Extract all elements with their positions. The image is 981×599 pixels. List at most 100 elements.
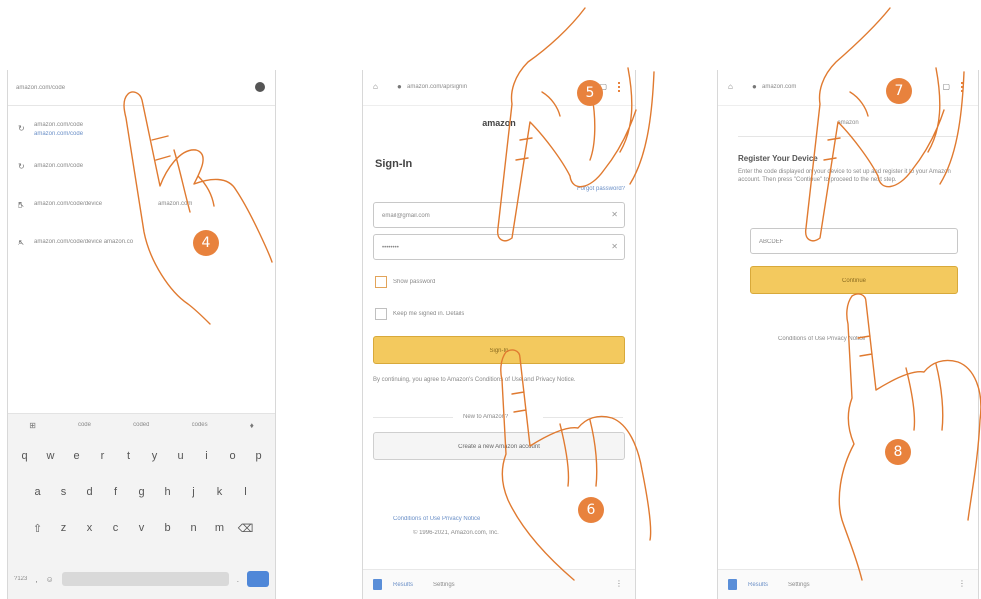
email-field[interactable]: email@gmail.com ✕ [373, 202, 625, 228]
suggestion-item[interactable]: ↻ amazon.com/code [8, 154, 275, 180]
clear-icon[interactable]: ✕ [611, 242, 618, 251]
mic-icon[interactable] [255, 82, 265, 92]
shift-icon[interactable]: ⇧ [30, 522, 46, 535]
key-k[interactable]: k [212, 486, 228, 498]
home-icon[interactable]: ⌂ [373, 82, 378, 91]
address-bar-text[interactable]: amazon.com/code [16, 85, 65, 91]
enter-key[interactable] [247, 571, 269, 587]
key-d[interactable]: d [82, 486, 98, 498]
keyboard-row-3: ⇧ z x c v b n m ⌫ [8, 522, 275, 535]
lock-icon: ● [397, 82, 402, 91]
key-u[interactable]: u [173, 450, 189, 462]
phone-screen-browser-search: amazon.com/code ↻ amazon.com/code amazon… [7, 70, 276, 599]
page-header: amazon [837, 120, 859, 126]
grid-icon[interactable]: ⊞ [29, 421, 36, 430]
address-bar-text[interactable]: amazon.com [762, 84, 862, 90]
page-title: Register Your Device [738, 154, 818, 163]
step-badge-4: 4 [193, 230, 219, 256]
copyright-text: © 1996-2021, Amazon.com, Inc. [413, 530, 499, 536]
lock-icon: ● [752, 82, 757, 91]
key-r[interactable]: r [95, 450, 111, 462]
key-s[interactable]: s [56, 486, 72, 498]
period-key[interactable]: . [237, 575, 239, 584]
key-e[interactable]: e [69, 450, 85, 462]
key-a[interactable]: a [30, 486, 46, 498]
home-icon[interactable]: ⌂ [728, 82, 733, 91]
code-input[interactable]: ABCDEF [750, 228, 958, 254]
footer-links[interactable]: Conditions of Use Privacy Notice [393, 516, 480, 522]
footer-links[interactable]: Conditions of Use Privacy Notice [778, 336, 865, 342]
show-password-checkbox[interactable] [375, 276, 387, 288]
translate-icon[interactable] [728, 579, 737, 590]
key-y[interactable]: y [147, 450, 163, 462]
menu-icon[interactable] [961, 82, 968, 92]
phone-screen-register-device: ⌂ ● amazon.com ▢ amazon Register Your De… [717, 70, 979, 599]
translate-icon[interactable] [373, 579, 382, 590]
instructions-text: Enter the code displayed on your device … [738, 169, 951, 183]
page-title: Sign-In [375, 158, 413, 170]
keyboard-row-1: qwertyuiop [8, 450, 275, 462]
step-badge-6: 6 [578, 497, 604, 523]
key-b[interactable]: b [160, 522, 176, 535]
keep-signed-in-checkbox[interactable] [375, 308, 387, 320]
key-h[interactable]: h [160, 486, 176, 498]
mic-icon[interactable]: ♦ [250, 421, 254, 430]
key-l[interactable]: l [238, 486, 254, 498]
history-icon: ↻ [18, 162, 25, 171]
key-j[interactable]: j [186, 486, 202, 498]
fill-arrow-icon[interactable]: ↖ [18, 238, 261, 247]
keyboard-suggestions: ⊞ code coded codes ♦ [29, 420, 254, 430]
key-w[interactable]: w [43, 450, 59, 462]
space-key[interactable] [61, 572, 229, 586]
key-n[interactable]: n [186, 522, 202, 535]
key-o[interactable]: o [225, 450, 241, 462]
more-icon[interactable]: ⋮ [958, 579, 966, 588]
tabs-icon[interactable]: ▢ [942, 82, 950, 91]
key-f[interactable]: f [108, 486, 124, 498]
key-p[interactable]: p [251, 450, 267, 462]
sign-in-button[interactable]: Sign-In [373, 336, 625, 364]
create-account-button[interactable]: Create a new Amazon account [373, 432, 625, 460]
keyboard-row-2: asdfghjkl [8, 486, 275, 498]
symbols-key[interactable]: ?123 [14, 576, 27, 582]
suggestion-item[interactable]: ⌕ amazon.com/code/device amazon.co ↖ [8, 230, 275, 256]
more-icon[interactable]: ⋮ [615, 579, 623, 588]
forgot-password-link[interactable]: Forgot password? [577, 186, 625, 192]
key-v[interactable]: v [134, 522, 150, 535]
backspace-icon[interactable]: ⌫ [238, 522, 254, 535]
emoji-icon[interactable]: ☺ [46, 575, 54, 584]
clear-icon[interactable]: ✕ [611, 210, 618, 219]
address-bar-text[interactable]: amazon.com/ap/signin [407, 84, 547, 90]
keep-signed-in-label: Keep me signed in. Details [393, 311, 465, 317]
key-z[interactable]: z [56, 522, 72, 535]
new-to-amazon-label: New to Amazon? [463, 414, 509, 420]
browser-toolbar: ⌂ ● amazon.com ▢ [718, 70, 978, 106]
suggestion-item[interactable]: ↻ amazon.com/code amazon.com/code [8, 116, 275, 142]
suggestion-item[interactable]: ▯ amazon.com/code/device amazon.com ↖ [8, 192, 275, 218]
key-m[interactable]: m [212, 522, 228, 535]
step-badge-5: 5 [577, 80, 603, 106]
key-c[interactable]: c [108, 522, 124, 535]
keyboard-bottom-row: ?123 , ☺ . [14, 569, 269, 589]
on-screen-keyboard: ⊞ code coded codes ♦ qwertyuiop asdfghjk… [8, 413, 275, 599]
amazon-logo: amazon [482, 118, 516, 128]
continue-button[interactable]: Continue [750, 266, 958, 294]
fill-arrow-icon[interactable]: ↖ [18, 200, 261, 209]
address-bar[interactable]: amazon.com/code [8, 70, 275, 106]
key-t[interactable]: t [121, 450, 137, 462]
key-i[interactable]: i [199, 450, 215, 462]
key-q[interactable]: q [17, 450, 33, 462]
legal-text: By continuing, you agree to Amazon's Con… [373, 377, 576, 383]
instruction-figure: amazon.com/code ↻ amazon.com/code amazon… [0, 0, 981, 599]
divider [738, 136, 958, 137]
key-x[interactable]: x [82, 522, 98, 535]
key-g[interactable]: g [134, 486, 150, 498]
step-badge-8: 8 [885, 439, 911, 465]
comma-key[interactable]: , [35, 575, 37, 584]
bottom-bar: Results Settings ⋮ [363, 569, 635, 599]
show-password-label: Show password [393, 279, 436, 285]
menu-icon[interactable] [618, 82, 625, 92]
divider [543, 417, 623, 418]
password-field[interactable]: •••••••• ✕ [373, 234, 625, 260]
bottom-bar: Results Settings ⋮ [718, 569, 978, 599]
